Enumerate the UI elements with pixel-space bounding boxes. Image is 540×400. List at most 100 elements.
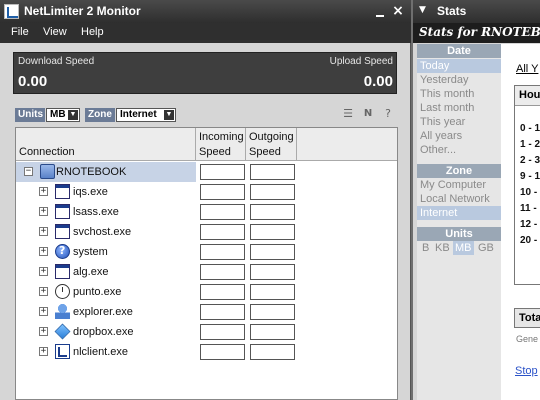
units-select-value: MB [50,109,66,120]
date-option-this-month[interactable]: This month [417,87,501,101]
netlimiter-logo-icon [4,4,19,19]
zone-option-my-computer[interactable]: My Computer [417,178,501,192]
stats-content: All Y Hou 0 - 1 1 - 2 2 - 3 9 - 1 10 - 1… [501,44,540,400]
tree-row-root[interactable]: − RNOTEBOOK [16,162,397,182]
tree-row[interactable]: + iqs.exe [16,182,397,202]
title-bar[interactable]: NetLimiter 2 Monitor × [0,0,411,23]
unit-option-gb[interactable]: GB [476,241,496,255]
column-connection[interactable]: Connection [16,128,196,161]
process-label: explorer.exe [73,306,133,318]
date-option-yesterday[interactable]: Yesterday [417,73,501,87]
stats-header: Stats for RNOTEBOOK [413,23,540,43]
expand-icon[interactable]: + [39,247,48,256]
column-incoming-speed[interactable]: Incoming Speed [196,128,246,161]
incoming-speed-cell [200,264,245,280]
tree-row[interactable]: + explorer.exe [16,302,397,322]
stop-link[interactable]: Stop [515,365,538,377]
hour-row: 10 - [520,187,538,198]
incoming-speed-cell [200,284,245,300]
outgoing-speed-cell [250,184,295,200]
outgoing-speed-cell [250,304,295,320]
clock-icon [55,284,70,299]
rule-editor-icon[interactable]: N [361,107,375,121]
incoming-speed-cell [200,304,245,320]
outgoing-speed-cell [250,264,295,280]
incoming-speed-cell [200,224,245,240]
outgoing-speed-cell [250,324,295,340]
tree-row[interactable]: + svchost.exe [16,222,397,242]
hour-row: 12 - [520,219,538,230]
hourly-table: Hou 0 - 1 1 - 2 2 - 3 9 - 1 10 - 11 - 12… [514,85,540,285]
incoming-speed-cell [200,184,245,200]
outgoing-speed-cell [250,284,295,300]
stats-title-bar[interactable]: ▼ Stats [413,0,540,23]
expand-icon[interactable]: + [39,327,48,336]
expand-icon[interactable]: + [39,347,48,356]
column-outgoing-speed[interactable]: Outgoing Speed [246,128,297,161]
close-button[interactable]: × [391,3,405,19]
expand-icon[interactable]: + [39,187,48,196]
netlimiter-icon [55,344,70,359]
unit-option-mb[interactable]: MB [453,241,474,255]
zone-select[interactable]: Internet ▼ [116,108,176,122]
menu-help[interactable]: Help [81,26,104,38]
date-heading: Date [417,44,501,58]
tree-row[interactable]: + lsass.exe [16,202,397,222]
tree-row[interactable]: + punto.exe [16,282,397,302]
netlimiter-monitor-window: NetLimiter 2 Monitor × File View Help Do… [0,0,411,400]
help-icon[interactable]: ? [381,107,395,121]
grid-header: Connection Incoming Speed Outgoing Speed [16,128,397,161]
incoming-speed-cell [200,324,245,340]
date-option-other[interactable]: Other... [417,143,501,157]
stats-window: ▼ Stats Stats for RNOTEBOOK Date Today Y… [413,0,540,400]
expand-icon[interactable]: + [39,267,48,276]
dropbox-icon [54,323,71,340]
date-option-this-year[interactable]: This year [417,115,501,129]
units-select[interactable]: MB ▼ [46,108,80,122]
incoming-speed-cell [200,204,245,220]
download-speed-value: 0.00 [18,73,48,90]
expand-icon[interactable]: + [39,207,48,216]
generated-text: Gene [516,334,539,344]
application-icon [55,264,70,279]
process-label: punto.exe [73,286,122,298]
tree-row[interactable]: + nlclient.exe [16,342,397,362]
collapse-triangle-icon[interactable]: ▼ [419,5,426,15]
process-label: system [73,246,108,258]
outgoing-speed-cell [250,244,295,260]
help-globe-icon [55,244,70,259]
units-heading: Units [417,227,501,241]
expand-icon[interactable]: + [39,227,48,236]
expand-icon[interactable]: + [39,307,48,316]
collapse-icon[interactable]: − [24,167,33,176]
expand-icon[interactable]: + [39,287,48,296]
application-icon [55,184,70,199]
all-years-link[interactable]: All Y [516,63,538,75]
hour-row: 1 - 2 [520,139,540,150]
zone-option-local-network[interactable]: Local Network [417,192,501,206]
incoming-speed-cell [200,164,245,180]
stats-title: Stats [437,4,467,18]
date-option-all-years[interactable]: All years [417,129,501,143]
hourly-table-header: Hou [515,86,540,106]
menu-bar: File View Help [0,23,411,43]
outgoing-speed-cell [250,164,295,180]
tree-row[interactable]: + dropbox.exe [16,322,397,342]
zone-option-internet[interactable]: Internet [417,206,501,220]
unit-option-b[interactable]: B [420,241,431,255]
application-icon [55,224,70,239]
list-view-icon[interactable]: ☰ [341,107,355,121]
date-option-last-month[interactable]: Last month [417,101,501,115]
date-option-today[interactable]: Today [417,59,501,73]
menu-file[interactable]: File [11,26,29,38]
units-label: Units [15,108,45,122]
minimize-button[interactable] [374,3,386,19]
chevron-down-icon: ▼ [164,110,174,120]
tree-row[interactable]: + alg.exe [16,262,397,282]
tree-row[interactable]: + system [16,242,397,262]
process-label: svchost.exe [73,226,132,238]
unit-option-kb[interactable]: KB [433,241,452,255]
upload-speed-value: 0.00 [363,73,393,90]
hour-row: 11 - [520,203,537,214]
menu-view[interactable]: View [43,26,67,38]
